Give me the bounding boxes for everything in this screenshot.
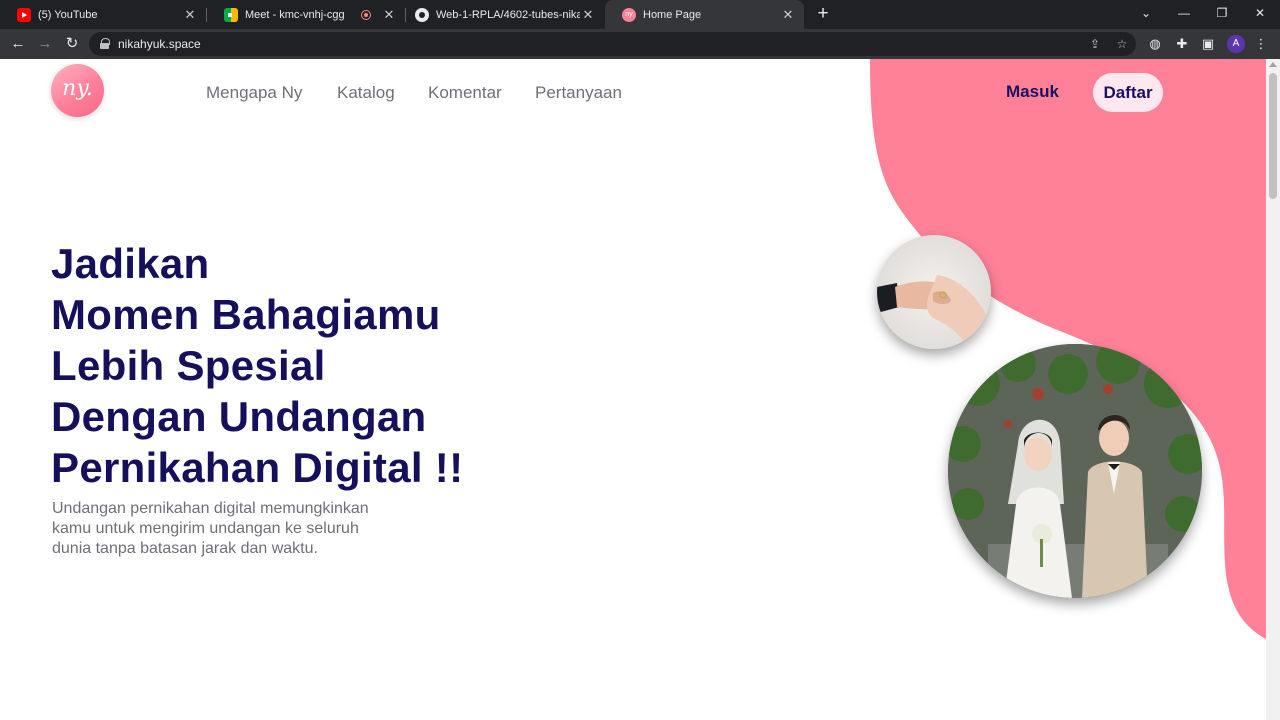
- url-text: nikahyuk.space: [118, 37, 201, 51]
- tab-title: Meet - kmc-vnhj-cgg: [245, 8, 345, 21]
- tab-github[interactable]: Web-1-RPLA/4602-tubes-nikah-y ✕: [398, 0, 604, 29]
- nav-komentar[interactable]: Komentar: [428, 83, 502, 103]
- tab-title: (5) YouTube: [38, 8, 98, 21]
- google-meet-icon: [224, 7, 238, 22]
- bookmark-star-icon[interactable]: ☆: [1114, 37, 1130, 53]
- close-tab-icon[interactable]: ✕: [182, 7, 198, 23]
- tab-youtube[interactable]: (5) YouTube ✕: [0, 0, 206, 29]
- tab-title: Web-1-RPLA/4602-tubes-nikah-y: [436, 8, 580, 21]
- profile-avatar[interactable]: A: [1227, 35, 1245, 53]
- tab-home-page[interactable]: ny Home Page ✕: [605, 0, 804, 29]
- menu-kebab-icon[interactable]: ⋮: [1252, 35, 1270, 53]
- share-icon[interactable]: ⇪: [1087, 37, 1103, 53]
- logo-text: ny.: [62, 76, 93, 101]
- extension-globe-icon[interactable]: ◍: [1146, 35, 1164, 53]
- tab-title: Home Page: [643, 8, 702, 21]
- back-button[interactable]: ←: [7, 33, 29, 55]
- close-tab-icon[interactable]: ✕: [381, 7, 397, 23]
- wedding-couple-photo: [948, 344, 1202, 598]
- youtube-icon: [17, 7, 31, 22]
- restore-button[interactable]: ❐: [1204, 0, 1240, 29]
- hero-title-line: Dengan Undangan: [51, 393, 427, 440]
- register-button[interactable]: Daftar: [1093, 73, 1163, 112]
- close-tab-icon[interactable]: ✕: [780, 7, 796, 23]
- reload-button[interactable]: ↻: [61, 33, 83, 55]
- lock-icon: [100, 38, 110, 49]
- hero-subtitle-line: Undangan pernikahan digital memungkinkan: [52, 500, 369, 517]
- hero-subtitle-line: dunia tanpa batasan jarak dan waktu.: [52, 540, 318, 557]
- browser-tab-strip: (5) YouTube ✕ Meet - kmc-vnhj-cgg ✕ Web-…: [0, 0, 1280, 29]
- nav-mengapa-ny[interactable]: Mengapa Ny: [206, 83, 302, 103]
- address-bar[interactable]: nikahyuk.space ⇪ ☆: [89, 32, 1136, 56]
- hands-ring-photo: [877, 235, 991, 349]
- side-panel-icon[interactable]: ▣: [1199, 35, 1217, 53]
- login-button[interactable]: Masuk: [1006, 82, 1059, 102]
- extensions-puzzle-icon[interactable]: ✚: [1173, 35, 1191, 53]
- nikahyuk-favicon: ny: [622, 7, 636, 22]
- hero-title-line: Momen Bahagiamu: [51, 291, 441, 338]
- hero-title-line: Jadikan: [51, 240, 210, 287]
- nav-katalog[interactable]: Katalog: [337, 83, 395, 103]
- github-icon: [415, 7, 429, 22]
- hero-title-line: Pernikahan Digital !!: [51, 444, 464, 491]
- scrollbar-thumb[interactable]: [1269, 73, 1277, 199]
- tab-search-icon[interactable]: ⌄: [1128, 0, 1164, 29]
- nav-pertanyaan[interactable]: Pertanyaan: [535, 83, 622, 103]
- tab-meet[interactable]: Meet - kmc-vnhj-cgg ✕: [207, 0, 405, 29]
- site-logo[interactable]: ny.: [51, 64, 104, 117]
- forward-button[interactable]: →: [34, 33, 56, 55]
- new-tab-button[interactable]: +: [814, 3, 832, 25]
- minimize-button[interactable]: —: [1166, 0, 1202, 29]
- browser-toolbar: ← → ↻ nikahyuk.space ⇪ ☆ ◍ ✚ ▣ A ⋮: [0, 29, 1280, 59]
- close-window-button[interactable]: ✕: [1242, 0, 1278, 29]
- close-tab-icon[interactable]: ✕: [580, 7, 596, 23]
- page-viewport: ny. Mengapa Ny Katalog Komentar Pertanya…: [0, 59, 1266, 720]
- recording-icon: [361, 9, 371, 20]
- page-scrollbar[interactable]: [1266, 59, 1280, 720]
- hero-title-line: Lebih Spesial: [51, 342, 326, 389]
- scroll-up-arrow-icon[interactable]: [1269, 62, 1277, 67]
- hero-subtitle-line: kamu untuk mengirim undangan ke seluruh: [52, 520, 359, 537]
